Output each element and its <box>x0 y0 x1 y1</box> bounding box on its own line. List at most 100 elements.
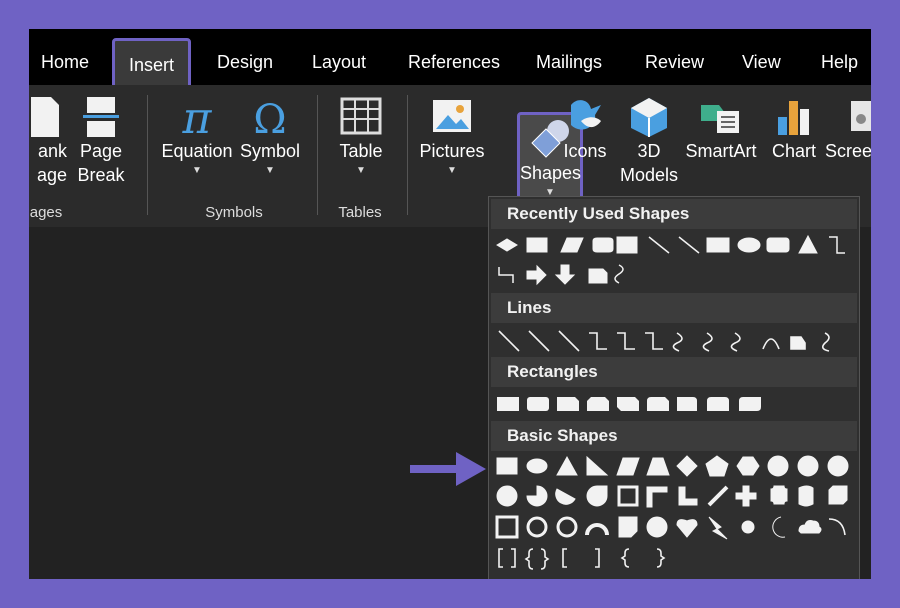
shape-elbow-arrow <box>498 267 514 283</box>
shape-oval <box>737 237 761 253</box>
shape-triangle <box>798 234 818 254</box>
shape-terminator <box>592 237 614 253</box>
pictures-label: Pictures <box>419 141 485 161</box>
page-break-label-2: Break <box>77 165 125 185</box>
3d-models-label-2: Models <box>619 165 679 185</box>
lines-shapes-grid[interactable] <box>495 327 855 355</box>
shape-chord <box>555 488 576 505</box>
tab-mailings[interactable]: Mailings <box>536 29 602 85</box>
shape-isosceles-triangle <box>556 455 578 476</box>
recently-used-shapes-grid[interactable] <box>495 233 855 293</box>
symbol-button[interactable]: Ω Symbol ▼ <box>237 95 303 179</box>
pictures-button[interactable]: Pictures ▼ <box>417 95 487 179</box>
table-label: Table <box>339 141 383 161</box>
blank-page-label-2: age <box>36 165 67 185</box>
screenshot-label: Scree <box>825 141 871 161</box>
shape-cube <box>828 485 848 505</box>
basic-shapes-grid[interactable] <box>495 455 855 573</box>
pages-group-label: ages <box>29 204 63 221</box>
shape-block-arc <box>585 523 609 536</box>
equation-label: Equation <box>161 141 233 161</box>
tab-references[interactable]: References <box>408 29 500 85</box>
group-divider <box>147 95 148 215</box>
shape-plaque <box>770 485 788 505</box>
shape-text-box <box>496 457 518 475</box>
shape-can <box>798 485 814 507</box>
section-header-lines: Lines <box>491 293 857 323</box>
table-icon <box>340 97 382 135</box>
shape-curved-double-arrow <box>730 332 741 352</box>
shape-dodecagon <box>496 485 518 507</box>
3d-models-button[interactable]: 3D Models <box>617 95 681 187</box>
chart-icon <box>778 101 809 135</box>
chart-button[interactable]: Chart <box>763 95 825 163</box>
shape-trapezoid <box>646 457 670 476</box>
shape-line-arrow <box>678 236 700 254</box>
tab-layout[interactable]: Layout <box>312 29 366 85</box>
page-break-label-1: Page <box>79 141 123 161</box>
icons-label: Icons <box>563 141 607 161</box>
picture-icon <box>433 100 471 132</box>
shape-parallelogram <box>616 457 640 476</box>
svg-text:Ω: Ω <box>253 97 286 139</box>
tab-design[interactable]: Design <box>217 29 273 85</box>
shape-line-arrow <box>528 330 550 352</box>
tables-group-label: Tables <box>338 204 382 221</box>
icons-button[interactable]: Icons <box>557 95 613 163</box>
shape-diagonal-stripe <box>707 485 729 507</box>
equation-button[interactable]: π Equation ▼ <box>157 95 237 179</box>
group-divider <box>407 95 408 215</box>
blank-page-button[interactable]: ank age <box>29 95 67 187</box>
shape-curve <box>762 338 780 350</box>
icons-icon <box>571 100 601 130</box>
shape-scribble <box>821 332 830 352</box>
shape-rect <box>497 397 519 411</box>
ribbon-tab-bar: Home Insert Design Layout References Mai… <box>29 29 871 92</box>
tab-view[interactable]: View <box>742 29 781 85</box>
shape-right-bracket <box>595 548 600 568</box>
shape-diamond <box>676 455 698 477</box>
shape-donut <box>526 516 548 538</box>
rectangles-shapes-grid[interactable] <box>495 393 855 415</box>
3d-models-label-1: 3D <box>637 141 661 161</box>
shape-curved-connector <box>614 264 624 284</box>
tab-insert[interactable]: Insert <box>112 38 192 92</box>
tab-review[interactable]: Review <box>645 29 704 85</box>
shape-snip-rectangle <box>588 268 608 284</box>
shape-bevel <box>495 515 519 539</box>
shape-round-diagonal <box>739 397 761 411</box>
page-break-button[interactable]: Page Break <box>75 95 127 187</box>
screenshot-button[interactable]: Scree <box>825 95 871 163</box>
shape-folded-corner <box>618 516 638 538</box>
chart-label: Chart <box>771 141 816 161</box>
shape-double-bracket <box>498 548 516 568</box>
symbols-group-label: Symbols <box>205 204 263 221</box>
shape-heptagon <box>767 455 789 477</box>
shape-smiley-face <box>646 516 668 538</box>
shape-decagon <box>827 455 849 477</box>
table-button[interactable]: Table ▼ <box>329 95 393 179</box>
page-break-icon <box>83 97 119 137</box>
tab-home[interactable]: Home <box>41 29 89 85</box>
shape-no-symbol <box>556 516 578 538</box>
table-dropdown-caret: ▼ <box>356 165 366 176</box>
word-window: Home Insert Design Layout References Mai… <box>29 29 871 579</box>
tab-help[interactable]: Help <box>821 29 858 85</box>
shape-left-bracket <box>562 548 567 568</box>
shape-elbow-connector <box>589 332 607 350</box>
blank-page-icon <box>31 97 59 137</box>
shape-cloud <box>798 520 822 534</box>
shape-snip-same-side <box>587 397 609 411</box>
section-header-recently-used: Recently Used Shapes <box>491 199 857 229</box>
shape-arc <box>828 518 846 536</box>
shape-half-frame <box>646 486 668 508</box>
pictures-dropdown-caret: ▼ <box>447 165 457 176</box>
shape-line-double-arrow <box>558 330 580 352</box>
shape-snip-diagonal <box>617 397 639 411</box>
annotation-arrow-icon <box>410 452 486 486</box>
shape-l-shape <box>678 486 698 506</box>
smartart-button[interactable]: SmartArt <box>683 95 759 163</box>
shape-parallelogram <box>560 237 584 253</box>
shape-left-brace <box>620 548 630 568</box>
shape-right-brace <box>656 548 666 568</box>
